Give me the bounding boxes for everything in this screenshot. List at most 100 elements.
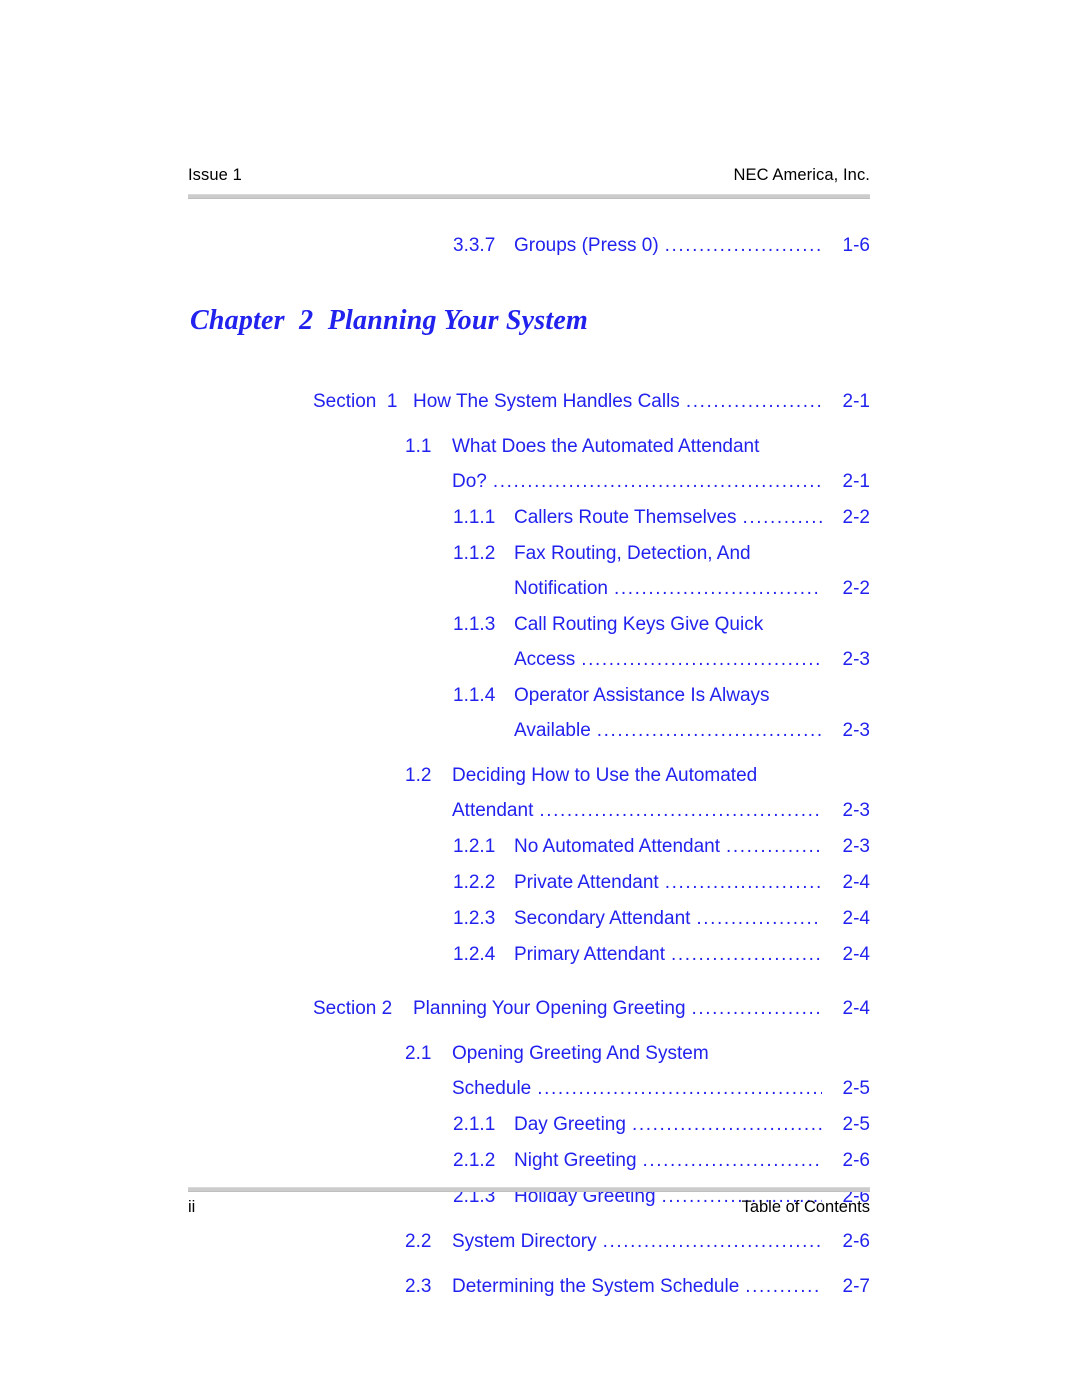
toc-entry-body: Night Greeting..........................…	[514, 1143, 870, 1178]
page-header: Issue 1 NEC America, Inc.	[188, 166, 870, 185]
toc-dot-leader: ........................................…	[742, 507, 822, 528]
toc-entry[interactable]: 2.1 Opening Greeting And System..........…	[405, 1036, 870, 1106]
toc-entry-body: Day Greeting............................…	[514, 1107, 870, 1142]
toc-entry-body: Determining the System Schedule.........…	[452, 1269, 870, 1304]
footer-rule	[188, 1187, 870, 1192]
toc-dot-leader: ........................................…	[631, 1114, 822, 1135]
toc-entry[interactable]: 2.3 Determining the System Schedule......…	[405, 1269, 870, 1304]
toc-entry-body: System Directory........................…	[452, 1224, 870, 1259]
toc-entry[interactable]: 1.2.2 Private Attendant..................…	[453, 865, 870, 900]
toc-entry-page-number: 2-3	[842, 800, 870, 821]
toc-entry[interactable]: 1.1.3 Call Routing Keys Give Quick.......…	[453, 607, 870, 677]
toc-entry-label: Determining the System Schedule	[452, 1276, 740, 1297]
toc-entry-number: 2.2	[405, 1231, 432, 1252]
header-rule	[188, 194, 870, 199]
toc-entry[interactable]: 2.1.2 Night Greeting.....................…	[453, 1143, 870, 1178]
toc-dot-leader: ........................................…	[664, 235, 822, 256]
toc-entry-label: Secondary Attendant	[514, 908, 691, 929]
toc-entry[interactable]: 1.1 What Does the Automated Attendant....…	[405, 429, 870, 499]
toc-dot-leader: ........................................…	[685, 391, 822, 412]
toc-entry[interactable]: Section 1 How The System Handles Calls...…	[313, 384, 870, 419]
toc-entry-body: Opening Greeting And System.............…	[452, 1036, 870, 1106]
toc-entry[interactable]: 1.2.4 Primary Attendant..................…	[453, 937, 870, 972]
toc-entry[interactable]: 1.1.2 Fax Routing, Detection, And........…	[453, 536, 870, 606]
toc-entry-number: 1.2.1	[453, 836, 496, 857]
footer-section-label: Table of Contents	[741, 1198, 870, 1216]
toc-entry[interactable]: 1.2.1 No Automated Attendant.............…	[453, 829, 870, 864]
toc-entry-body: Planning Your Opening Greeting..........…	[413, 991, 870, 1026]
toc-entry-page-number: 2-4	[842, 872, 870, 893]
toc-entry-number: 1.1.2	[453, 543, 496, 564]
document-page: Issue 1 NEC America, Inc. 3.3.7 Groups (P…	[0, 0, 1080, 1397]
toc-entry-label: No Automated Attendant	[514, 836, 720, 857]
toc-entry-label-continued: Access	[514, 649, 576, 670]
chapter-heading: Chapter 2 Planning Your System	[190, 305, 588, 336]
header-publisher-label: NEC America, Inc.	[733, 166, 870, 184]
toc-entry-number: 1.2.4	[453, 944, 496, 965]
toc-dot-leader: ........................................…	[726, 836, 822, 857]
toc-dot-leader: ........................................…	[691, 998, 822, 1019]
toc-entry[interactable]: 2.2 System Directory.....................…	[405, 1224, 870, 1259]
toc-dot-leader: ........................................…	[602, 1231, 822, 1252]
toc-entry[interactable]: 1.1.4 Operator Assistance Is Always......…	[453, 678, 870, 748]
toc-entry-label-continued: Attendant	[452, 800, 534, 821]
toc-entry[interactable]: 2.1.1 Day Greeting.......................…	[453, 1107, 870, 1142]
toc-entry-number: 2.3	[405, 1276, 432, 1297]
toc-entry-body: Groups (Press 0)........................…	[514, 228, 870, 263]
toc-entry-number: 1.1.1	[453, 507, 496, 528]
toc-entry-page-number: 2-7	[842, 1276, 870, 1297]
toc-entry-page-number: 2-4	[842, 908, 870, 929]
toc-entry-label: Planning Your Opening Greeting	[413, 998, 686, 1019]
toc-entry-label: Operator Assistance Is Always	[514, 685, 770, 706]
toc-dot-leader: ........................................…	[614, 578, 822, 599]
toc-entry-page-number: 1-6	[842, 235, 870, 256]
toc-entry[interactable]: Section 2 Planning Your Opening Greeting.…	[313, 991, 870, 1026]
toc-entry-body: Callers Route Themselves................…	[514, 500, 870, 535]
toc-entry-body: Deciding How to Use the Automated.......…	[452, 758, 870, 828]
toc-entry-label: Callers Route Themselves	[514, 507, 737, 528]
header-issue-label: Issue 1	[188, 166, 242, 184]
toc-dot-leader: ........................................…	[696, 908, 822, 929]
toc-entry-label: Groups (Press 0)	[514, 235, 659, 256]
toc-entry-label: Private Attendant	[514, 872, 659, 893]
toc-entry-label-continued: Do?	[452, 471, 487, 492]
toc-entry-number: Section 2	[313, 998, 393, 1019]
toc-entry-page-number: 2-6	[842, 1150, 870, 1171]
toc-entry-body: Private Attendant.......................…	[514, 865, 870, 900]
toc-entry-label: How The System Handles Calls	[413, 391, 680, 412]
toc-entry-number: 1.2.2	[453, 872, 496, 893]
toc-entry-number: 3.3.7	[453, 235, 496, 256]
toc-entry-page-number: 2-3	[842, 836, 870, 857]
toc-dot-leader: ........................................…	[581, 649, 822, 670]
toc-entry-page-number: 2-4	[842, 998, 870, 1019]
toc-entry[interactable]: 1.2.3 Secondary Attendant................…	[453, 901, 870, 936]
toc-dot-leader: ........................................…	[642, 1150, 822, 1171]
toc-entry-number: Section 1	[313, 391, 398, 412]
toc-entry-label: Opening Greeting And System	[452, 1043, 709, 1064]
toc-entry-page-number: 2-5	[842, 1078, 870, 1099]
toc-entry[interactable]: 1.1.1 Callers Route Themselves...........…	[453, 500, 870, 535]
toc-entry-body: How The System Handles Calls............…	[413, 384, 870, 419]
toc-entry-body: No Automated Attendant..................…	[514, 829, 870, 864]
toc-entry-label: Call Routing Keys Give Quick	[514, 614, 764, 635]
toc-entry-label: Night Greeting	[514, 1150, 637, 1171]
toc-entry-page-number: 2-2	[842, 578, 870, 599]
toc-entry-body: Secondary Attendant.....................…	[514, 901, 870, 936]
toc-entry-label: System Directory	[452, 1231, 597, 1252]
toc-entry-body: Call Routing Keys Give Quick............…	[514, 607, 870, 677]
page-footer: ii Table of Contents	[188, 1198, 870, 1217]
toc-dot-leader: ........................................…	[664, 872, 822, 893]
toc-entry-page-number: 2-3	[842, 720, 870, 741]
toc-entry-number: 1.2.3	[453, 908, 496, 929]
toc-entry[interactable]: 3.3.7 Groups (Press 0)...................…	[453, 228, 870, 263]
toc-entry-label: Primary Attendant	[514, 944, 666, 965]
toc-entry-page-number: 2-3	[842, 649, 870, 670]
toc-entry-body: What Does the Automated Attendant.......…	[452, 429, 870, 499]
table-of-contents: 3.3.7 Groups (Press 0)...................…	[188, 228, 870, 1305]
toc-entry-label: Fax Routing, Detection, And	[514, 543, 751, 564]
toc-entry[interactable]: 1.2 Deciding How to Use the Automated....…	[405, 758, 870, 828]
toc-entry-label-continued: Schedule	[452, 1078, 532, 1099]
toc-entry-label: Day Greeting	[514, 1114, 626, 1135]
toc-entry-number: 1.2	[405, 765, 432, 786]
toc-entry-label-continued: Available	[514, 720, 591, 741]
